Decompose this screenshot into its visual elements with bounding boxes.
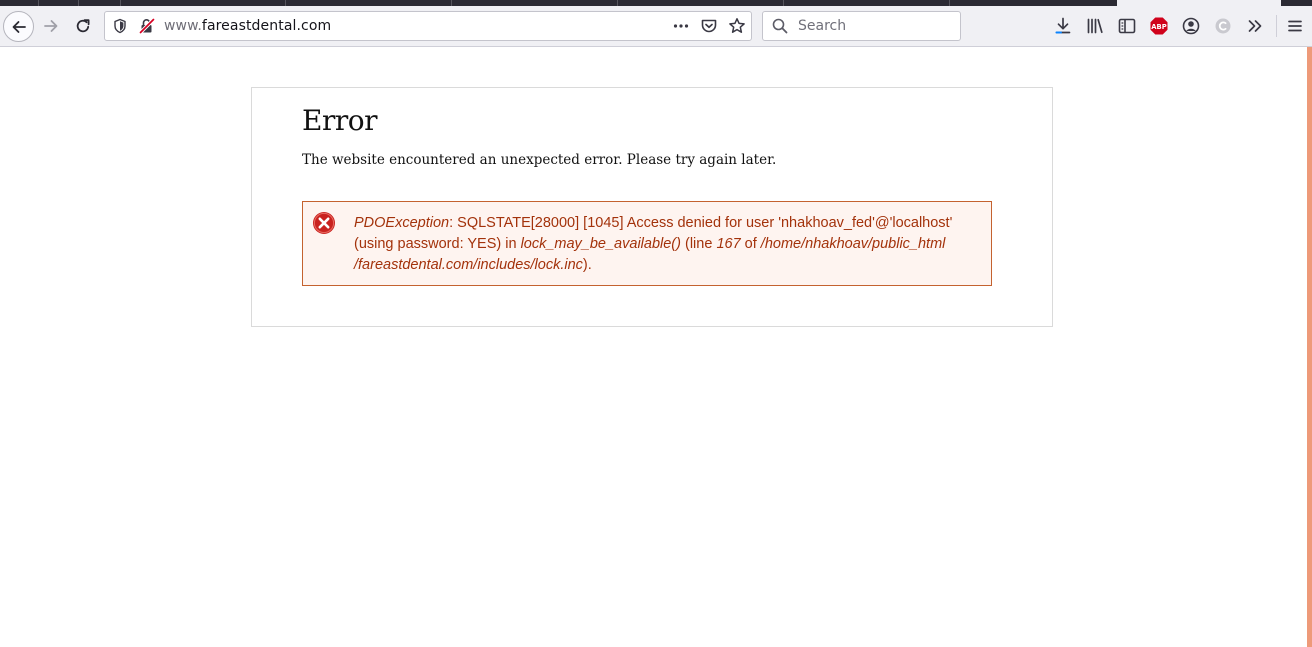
download-icon bbox=[1055, 17, 1071, 34]
account-icon bbox=[1182, 17, 1200, 35]
insecure-lock-icon[interactable] bbox=[137, 16, 157, 36]
abp-label: ABP bbox=[1151, 23, 1166, 31]
star-icon bbox=[729, 18, 745, 33]
scrollbar[interactable] bbox=[1307, 47, 1312, 647]
overflow-menu-button[interactable] bbox=[1244, 15, 1266, 37]
downloads-button[interactable] bbox=[1052, 15, 1074, 37]
function-name: lock_may_be_available() bbox=[520, 236, 681, 252]
exception-type: PDOException bbox=[354, 215, 450, 231]
pocket-button[interactable] bbox=[699, 16, 719, 36]
page-actions-button[interactable] bbox=[671, 16, 691, 36]
more-horizontal-icon bbox=[673, 24, 689, 28]
reload-icon bbox=[76, 19, 90, 33]
error-description: The website encountered an unexpected er… bbox=[302, 152, 777, 168]
url-domain: fareastdental.com bbox=[201, 18, 332, 34]
address-bar[interactable]: www.fareastdental.com bbox=[104, 11, 752, 41]
bookmark-star-button[interactable] bbox=[727, 16, 747, 36]
search-placeholder: Search bbox=[798, 18, 847, 34]
error-icon bbox=[313, 212, 335, 234]
error-message-text: ). bbox=[582, 257, 592, 273]
url-prefix: www. bbox=[164, 18, 202, 34]
reload-button[interactable] bbox=[68, 11, 98, 41]
url-text[interactable]: www.fareastdental.com bbox=[164, 18, 331, 34]
library-button[interactable] bbox=[1084, 15, 1106, 37]
line-number: 167 bbox=[716, 236, 741, 252]
error-message-text: (line bbox=[680, 236, 717, 252]
adblock-plus-icon: ABP bbox=[1150, 17, 1168, 35]
error-message-box: PDOException: SQLSTATE[28000] [1045] Acc… bbox=[302, 201, 992, 286]
sidebar-icon bbox=[1118, 18, 1136, 34]
pocket-icon bbox=[701, 19, 717, 33]
navigation-toolbar: www.fareastdental.com Search ABP bbox=[0, 6, 1312, 47]
shield-icon[interactable] bbox=[110, 16, 130, 36]
sidebar-button[interactable] bbox=[1116, 15, 1138, 37]
app-menu-button[interactable] bbox=[1284, 15, 1306, 37]
back-button[interactable] bbox=[3, 11, 34, 42]
error-card: Error The website encountered an unexpec… bbox=[251, 87, 1053, 327]
extension-c-icon bbox=[1215, 18, 1231, 34]
library-icon bbox=[1087, 18, 1103, 34]
hamburger-menu-icon bbox=[1288, 20, 1302, 32]
search-icon bbox=[770, 16, 790, 36]
search-bar[interactable]: Search bbox=[762, 11, 961, 41]
arrow-left-icon bbox=[12, 20, 26, 33]
error-message-text: of bbox=[740, 236, 761, 252]
adblock-plus-button[interactable]: ABP bbox=[1148, 15, 1170, 37]
account-button[interactable] bbox=[1180, 15, 1202, 37]
toolbar-divider bbox=[1276, 15, 1277, 37]
chevron-double-right-icon bbox=[1248, 20, 1262, 32]
arrow-right-icon bbox=[44, 20, 58, 32]
extension-button[interactable] bbox=[1212, 15, 1234, 37]
forward-button[interactable] bbox=[36, 11, 66, 41]
error-message: PDOException: SQLSTATE[28000] [1045] Acc… bbox=[354, 213, 984, 276]
page-title: Error bbox=[302, 104, 377, 137]
